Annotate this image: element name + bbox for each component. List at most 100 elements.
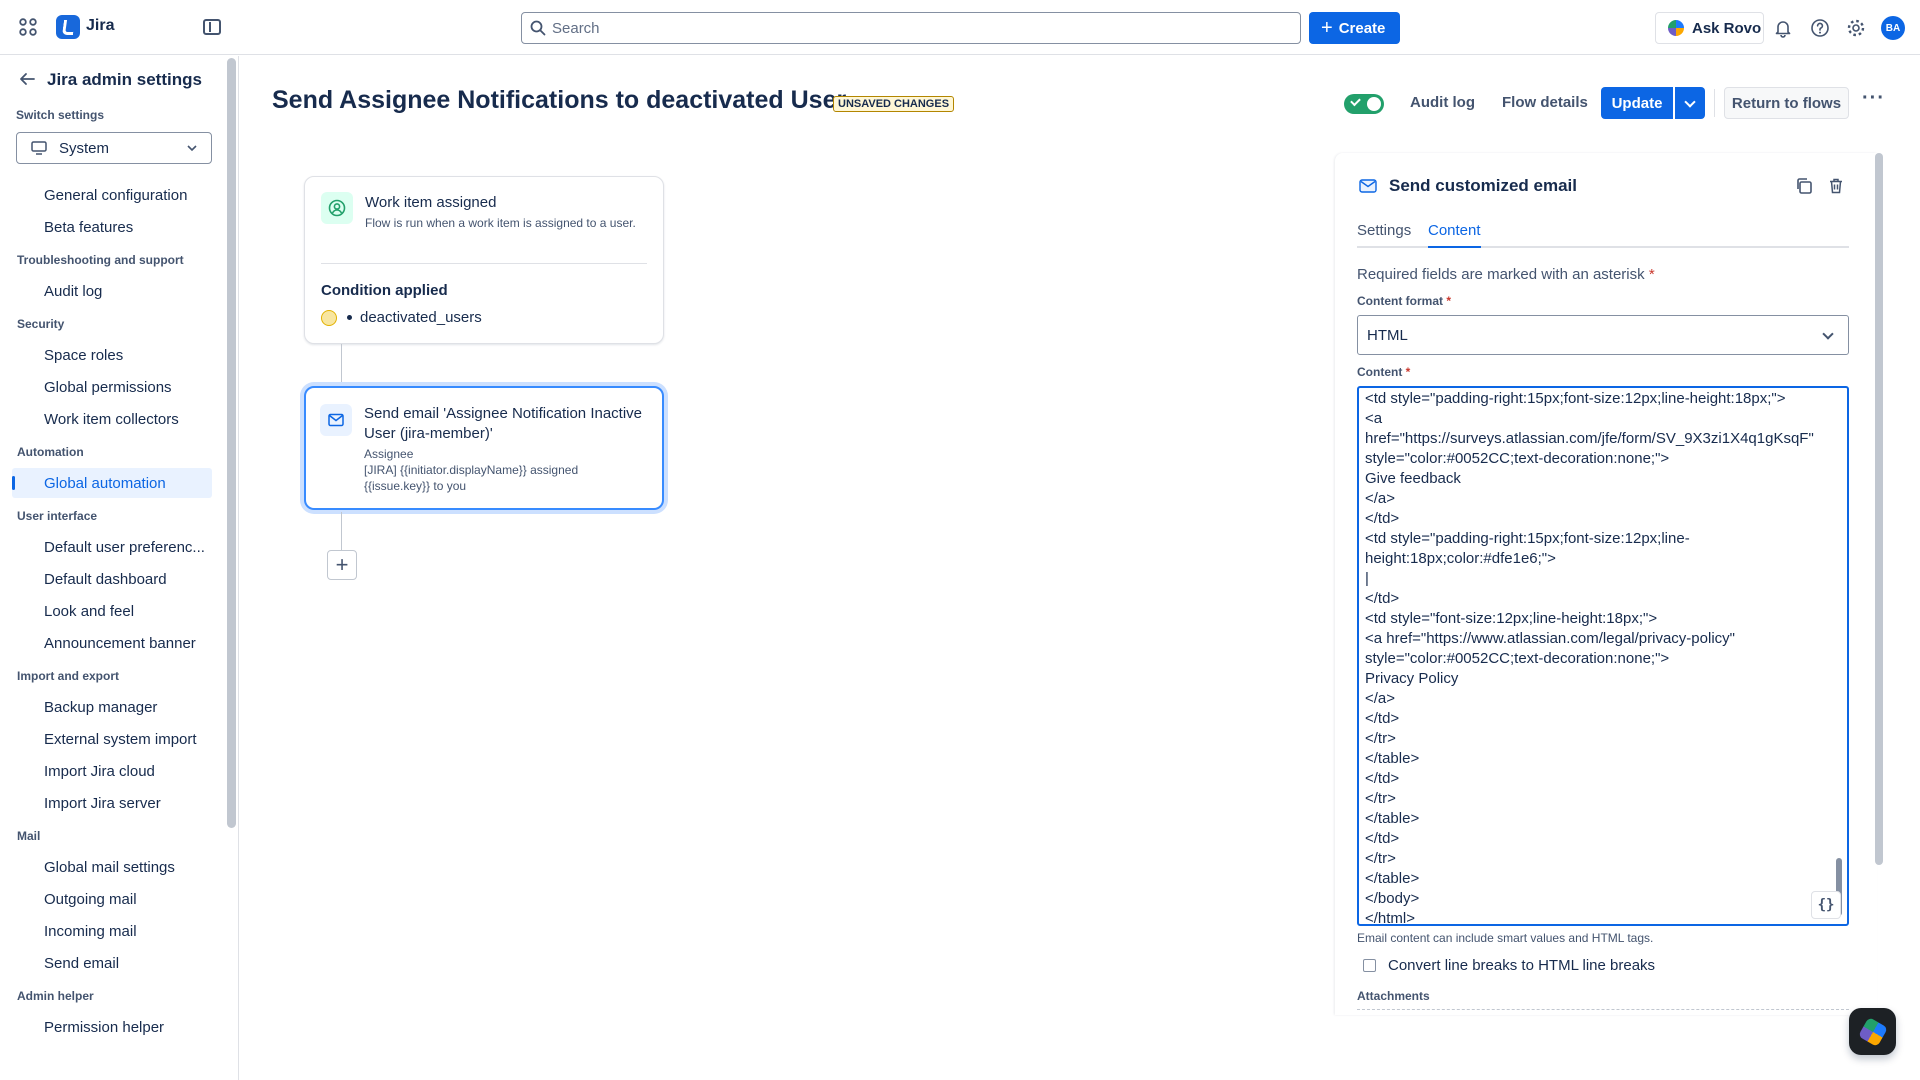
user-trigger-icon	[321, 192, 353, 224]
header-divider	[1714, 89, 1715, 117]
code-line: style="color:#0052CC;text-decoration:non…	[1365, 650, 1670, 667]
action-title: Send email 'Assignee Notification Inacti…	[364, 405, 643, 442]
rovo-chat-button[interactable]	[1849, 1008, 1896, 1055]
sidebar-item-permission-helper[interactable]: Permission helper	[12, 1012, 212, 1042]
sidebar-title: Jira admin settings	[47, 70, 202, 89]
sidebar-item-global-automation[interactable]: Global automation	[12, 468, 212, 498]
sidebar-section-admin-helper: Admin helper	[17, 989, 94, 1003]
flow-enabled-toggle[interactable]	[1344, 94, 1384, 114]
code-line: |	[1365, 570, 1369, 587]
more-options-icon[interactable]: ···	[1862, 88, 1884, 114]
sidebar-item-work-item-collectors[interactable]: Work item collectors	[12, 404, 212, 434]
action-node-send-email[interactable]: Send email 'Assignee Notification Inacti…	[304, 386, 664, 510]
sidebar-section-mail: Mail	[17, 829, 41, 843]
code-line: </table>	[1365, 750, 1420, 767]
code-line: height:18px;color:#dfe1e6;">	[1365, 550, 1556, 567]
content-label-text: Content	[1357, 365, 1403, 379]
action-recipient: Assignee	[364, 447, 414, 461]
content-label: Content *	[1357, 365, 1410, 379]
smart-values-icon[interactable]: {}	[1811, 891, 1841, 919]
delete-icon[interactable]	[1827, 177, 1845, 195]
content-format-select[interactable]: HTML	[1357, 315, 1849, 355]
update-button[interactable]: Update	[1601, 87, 1673, 119]
notifications-bell-icon[interactable]	[1773, 18, 1793, 38]
attachments-dropzone[interactable]	[1357, 1009, 1849, 1010]
code-line: <td style="font-size:12px;line-height:18…	[1365, 610, 1658, 627]
sidebar-item-default-user-preferences[interactable]: Default user preferenc...	[12, 532, 212, 562]
create-button[interactable]: + Create	[1309, 12, 1400, 44]
email-content-editor[interactable]: <td style="padding-right:15px;font-size:…	[1357, 386, 1849, 926]
page-title: Send Assignee Notifications to deactivat…	[272, 86, 847, 114]
sidebar-item-default-dashboard[interactable]: Default dashboard	[12, 564, 212, 594]
sidebar-item-audit-log[interactable]: Audit log	[12, 276, 212, 306]
back-arrow-icon[interactable]	[18, 70, 36, 88]
trigger-node[interactable]: Work item assigned Flow is run when a wo…	[304, 176, 664, 344]
content-format-label-text: Content format	[1357, 294, 1443, 308]
sidebar-item-space-roles[interactable]: Space roles	[12, 340, 212, 370]
add-step-button[interactable]: +	[327, 550, 357, 580]
sidebar-item-import-jira-cloud[interactable]: Import Jira cloud	[12, 756, 212, 786]
sidebar-section-user-interface: User interface	[17, 509, 98, 523]
user-avatar[interactable]: BA	[1881, 16, 1905, 40]
code-line: </tr>	[1365, 790, 1396, 807]
code-line: </tr>	[1365, 730, 1396, 747]
sidebar-item-general-configuration[interactable]: General configuration	[12, 180, 212, 210]
code-line: </table>	[1365, 810, 1420, 827]
sidebar-section-import-export: Import and export	[17, 669, 120, 683]
sidebar-item-import-jira-server[interactable]: Import Jira server	[12, 788, 212, 818]
code-line: Privacy Policy	[1365, 670, 1459, 687]
attachments-label: Attachments	[1357, 989, 1430, 1003]
mail-icon	[1359, 179, 1377, 193]
settings-gear-icon[interactable]	[1846, 18, 1866, 38]
plus-icon: +	[1321, 17, 1333, 39]
condition-icon	[321, 309, 337, 326]
tab-settings[interactable]: Settings	[1357, 222, 1411, 248]
condition-value: deactivated_users	[360, 309, 482, 326]
sidebar-item-send-email[interactable]: Send email	[12, 948, 212, 978]
product-name[interactable]: Jira	[86, 17, 114, 35]
code-line: </body>	[1365, 890, 1420, 907]
settings-switcher-value: System	[59, 139, 110, 157]
search-bar[interactable]	[521, 12, 1301, 44]
jira-logo-icon[interactable]	[56, 15, 80, 39]
code-line: </table>	[1365, 870, 1420, 887]
app-switcher-icon[interactable]	[18, 17, 38, 37]
panel-tabs: Settings Content	[1357, 222, 1849, 248]
sidebar-scrollbar[interactable]	[227, 58, 236, 828]
code-line: </td>	[1365, 830, 1400, 847]
sidebar-item-outgoing-mail[interactable]: Outgoing mail	[12, 884, 212, 914]
settings-switcher-select[interactable]: System	[16, 132, 212, 164]
email-content-lines[interactable]: <td style="padding-right:15px;font-size:…	[1365, 389, 1825, 924]
content-format-value: HTML	[1367, 326, 1408, 344]
sidebar-item-global-permissions[interactable]: Global permissions	[12, 372, 212, 402]
sidebar-item-announcement-banner[interactable]: Announcement banner	[12, 628, 212, 658]
sidebar-item-incoming-mail[interactable]: Incoming mail	[12, 916, 212, 946]
return-to-flows-button[interactable]: Return to flows	[1724, 87, 1849, 119]
update-options-dropdown[interactable]	[1675, 87, 1705, 119]
sidebar-item-global-mail-settings[interactable]: Global mail settings	[12, 852, 212, 882]
code-line: <td style="padding-right:15px;font-size:…	[1365, 390, 1786, 407]
duplicate-icon[interactable]	[1795, 177, 1813, 195]
sidebar-item-look-and-feel[interactable]: Look and feel	[12, 596, 212, 626]
code-line: </a>	[1365, 490, 1396, 507]
ask-rovo-button[interactable]: Ask Rovo	[1655, 12, 1764, 44]
convert-line-breaks-checkbox[interactable]	[1363, 959, 1376, 972]
sidebar-item-external-system-import[interactable]: External system import	[12, 724, 212, 754]
condition-item[interactable]: deactivated_users	[321, 309, 482, 326]
audit-log-button[interactable]: Audit log	[1410, 94, 1475, 111]
tab-content[interactable]: Content	[1428, 222, 1481, 248]
condition-title: Condition applied	[321, 282, 448, 299]
panel-scrollbar[interactable]	[1875, 153, 1883, 865]
flow-details-button[interactable]: Flow details	[1502, 94, 1588, 111]
code-line: </td>	[1365, 510, 1400, 527]
search-icon	[530, 20, 546, 36]
convert-line-breaks-option[interactable]: Convert line breaks to HTML line breaks	[1363, 957, 1655, 974]
sidebar-item-backup-manager[interactable]: Backup manager	[12, 692, 212, 722]
collapse-sidebar-icon[interactable]	[203, 19, 221, 35]
search-input[interactable]	[552, 13, 1292, 43]
help-icon[interactable]	[1810, 18, 1830, 38]
required-asterisk: *	[1405, 365, 1411, 379]
panel-title: Send customized email	[1389, 176, 1577, 195]
sidebar-item-beta-features[interactable]: Beta features	[12, 212, 212, 242]
code-line: style="color:#0052CC;text-decoration:non…	[1365, 450, 1670, 467]
